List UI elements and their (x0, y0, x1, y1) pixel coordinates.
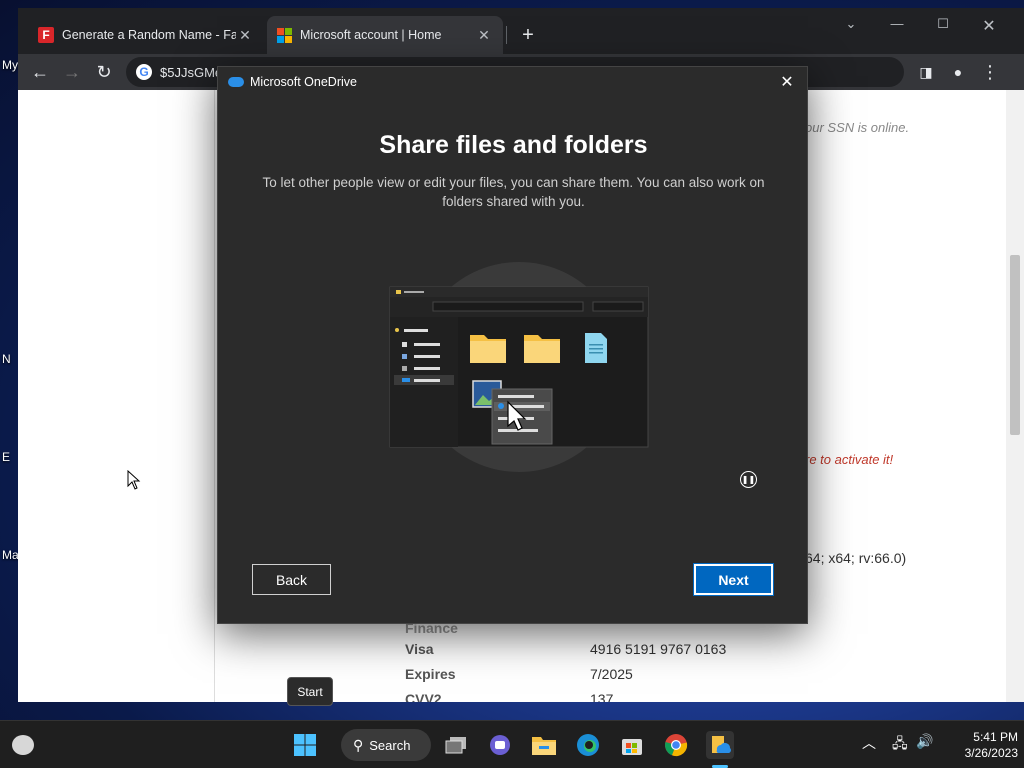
start-tooltip: Start (287, 677, 333, 706)
show-hidden-icons-chevron-icon[interactable]: ︿ (862, 733, 876, 753)
taskbar-search[interactable]: ⚲ Search (341, 729, 431, 761)
google-icon: G (136, 64, 152, 80)
microsoft-store-icon[interactable] (618, 731, 646, 759)
onedrive-dialog: Microsoft OneDrive ✕ Share files and fol… (217, 66, 808, 624)
onedrive-cloud-icon (228, 77, 244, 87)
maximize-button[interactable]: ☐ (920, 16, 966, 32)
share-files-illustration (389, 262, 649, 472)
file-explorer-icon[interactable] (530, 731, 558, 759)
microsoft-logo-icon (277, 27, 292, 43)
tab-microsoft-account[interactable]: Microsoft account | Home ✕ (267, 16, 503, 54)
ssn-note: our SSN is online. (805, 120, 910, 135)
dialog-title: Microsoft OneDrive (250, 75, 357, 89)
tab-strip: F Generate a Random Name - Fake ✕ Micros… (18, 8, 1024, 54)
tab-title: Generate a Random Name - Fake (62, 28, 236, 42)
dialog-subtitle: To let other people view or edit your fi… (262, 175, 765, 209)
desktop-icons: My N E Ma (0, 56, 19, 706)
dialog-close-button[interactable]: ✕ (775, 71, 799, 95)
task-view-icon[interactable] (442, 731, 470, 759)
mouse-cursor-icon (127, 470, 141, 490)
network-icon[interactable]: 🖧 (892, 733, 908, 757)
desktop-label-4[interactable]: Ma (2, 548, 19, 562)
windows-logo-icon (294, 734, 316, 756)
menu-kebab-icon[interactable]: ⋮ (978, 60, 1002, 84)
close-tab-icon[interactable]: ✕ (236, 27, 254, 44)
close-tab-icon[interactable]: ✕ (475, 27, 493, 44)
minimize-button[interactable]: — (874, 16, 920, 31)
visa-value: 4916 5191 9767 0163 (590, 641, 727, 657)
tab-search-icon[interactable]: ⌄ (828, 16, 874, 32)
page-scrollbar[interactable] (1006, 90, 1024, 702)
desktop-label-2[interactable]: N (2, 352, 11, 366)
search-label: Search (369, 737, 411, 753)
weather-icon[interactable] (12, 735, 34, 755)
forward-arrow-icon[interactable]: → (60, 60, 84, 84)
next-button[interactable]: Next (694, 564, 773, 595)
dialog-headline: Share files and folders (379, 131, 648, 159)
close-window-button[interactable]: ✕ (966, 16, 1012, 36)
tab-fake-name[interactable]: F Generate a Random Name - Fake ✕ (28, 16, 264, 54)
expires-value: 7/2025 (590, 666, 633, 682)
tab-separator (506, 26, 507, 44)
address-text: $5JJsGMe (160, 64, 223, 80)
start-button[interactable] (291, 731, 319, 759)
clock-time: 5:41 PM (973, 730, 1018, 744)
new-tab-button[interactable]: + (516, 24, 540, 47)
dialog-titlebar: Microsoft OneDrive (228, 75, 357, 89)
onedrive-setup-icon[interactable] (706, 731, 734, 759)
chrome-icon[interactable] (662, 731, 690, 759)
back-arrow-icon[interactable]: ← (28, 60, 52, 84)
activate-note[interactable]: re to activate it! (805, 452, 893, 467)
clock-date: 3/26/2023 (964, 746, 1018, 760)
volume-icon[interactable]: 🔊 (916, 733, 933, 750)
cvv-value: 137 (590, 691, 614, 702)
visa-label: Visa (405, 641, 434, 657)
taskbar-clock[interactable]: 5:41 PM 3/26/2023 (938, 729, 1018, 761)
fakename-favicon-icon: F (38, 27, 54, 43)
search-icon: ⚲ (353, 736, 364, 753)
teams-chat-icon[interactable] (486, 731, 514, 759)
side-panel-icon[interactable]: ◨ (914, 60, 938, 84)
useragent-text: 64; x64; rv:66.0) (805, 550, 907, 566)
back-button[interactable]: Back (252, 564, 331, 595)
desktop-label-1[interactable]: My (2, 58, 18, 72)
desktop-label-3[interactable]: E (2, 450, 10, 464)
cvv-label: CVV2 (405, 691, 442, 702)
reload-icon[interactable]: ↻ (92, 60, 116, 84)
expires-label: Expires (405, 666, 456, 682)
edge-browser-icon[interactable] (574, 731, 602, 759)
profile-icon[interactable]: ● (946, 60, 970, 84)
pause-animation-button[interactable]: ❚❚ (740, 471, 757, 488)
scrollbar-thumb[interactable] (1010, 255, 1020, 435)
taskbar: ⚲ Search ︿ 🖧 🔊 5:41 PM 3/26/2023 (0, 720, 1024, 768)
tab-title: Microsoft account | Home (300, 28, 442, 42)
